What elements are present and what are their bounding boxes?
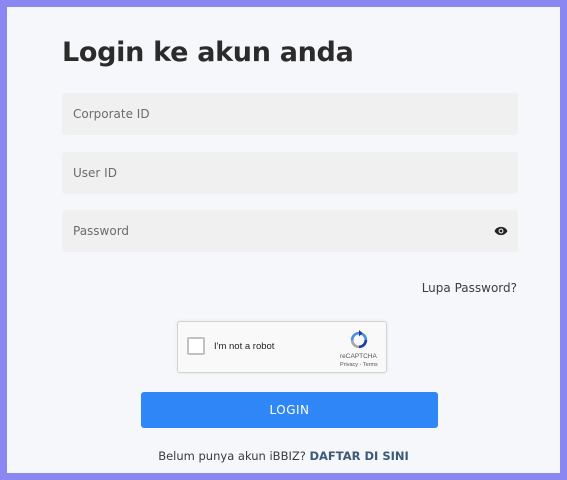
signup-prompt: Belum punya akun iBBIZ? DAFTAR DI SINI — [7, 449, 560, 463]
login-button[interactable]: LOGIN — [141, 392, 438, 428]
recaptcha-widget: I'm not a robot reCAPTCHA Privacy - Term… — [177, 321, 387, 373]
login-card: Login ke akun anda Lupa Password? I'm no… — [7, 7, 560, 473]
signup-link[interactable]: DAFTAR DI SINI — [309, 449, 408, 463]
page-title: Login ke akun anda — [62, 37, 354, 68]
forgot-password-link[interactable]: Lupa Password? — [422, 281, 517, 295]
user-id-field[interactable] — [62, 152, 518, 194]
recaptcha-logo-icon — [350, 330, 368, 349]
password-field[interactable] — [62, 210, 518, 252]
eye-icon[interactable] — [494, 224, 508, 238]
recaptcha-links: Privacy - Terms — [340, 362, 378, 368]
recaptcha-terms-link[interactable]: Terms — [363, 362, 378, 368]
recaptcha-privacy-link[interactable]: Privacy — [340, 362, 358, 368]
recaptcha-label: I'm not a robot — [214, 341, 275, 352]
password-input[interactable] — [62, 210, 518, 252]
recaptcha-brand: reCAPTCHA — [340, 353, 377, 360]
user-id-input[interactable] — [62, 152, 518, 194]
signup-text: Belum punya akun iBBIZ? — [158, 449, 306, 463]
corporate-id-field[interactable] — [62, 93, 518, 135]
corporate-id-input[interactable] — [62, 93, 518, 135]
recaptcha-checkbox[interactable] — [187, 337, 205, 355]
